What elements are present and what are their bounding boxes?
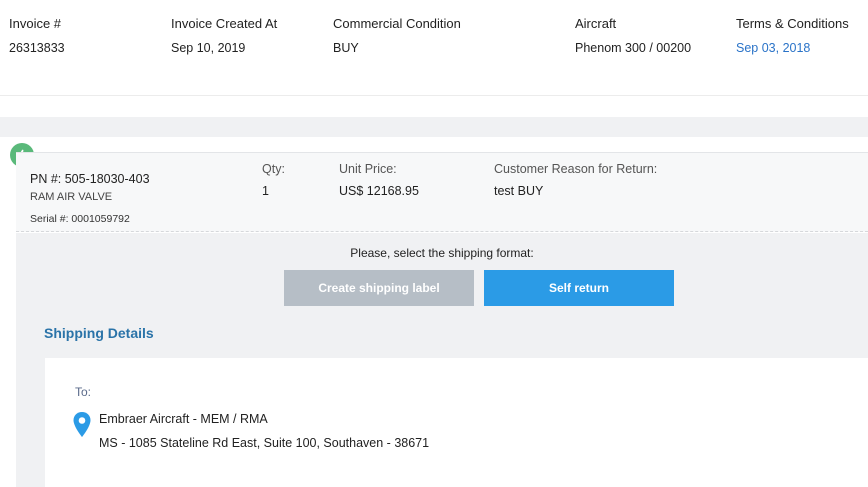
shipping-address-card: To: Embraer Aircraft - MEM / RMA MS - 10… <box>45 358 868 487</box>
terms-column: Terms & Conditions Sep 03, 2018 <box>736 16 849 56</box>
section-divider <box>0 117 868 137</box>
shipping-details-title: Shipping Details <box>44 325 154 341</box>
terms-date-link[interactable]: Sep 03, 2018 <box>736 40 849 56</box>
unit-price-value: US$ 12168.95 <box>339 184 419 198</box>
aircraft-label: Aircraft <box>575 16 617 31</box>
return-item: PN #: 505-18030-403 RAM AIR VALVE Serial… <box>0 137 868 487</box>
unit-price-label: Unit Price: <box>339 162 397 176</box>
shipping-section: Please, select the shipping format: Crea… <box>16 233 868 487</box>
create-shipping-label-button[interactable]: Create shipping label <box>284 270 474 306</box>
location-pin-icon <box>73 412 91 437</box>
item-summary: PN #: 505-18030-403 RAM AIR VALVE Serial… <box>16 152 868 232</box>
invoice-created-label: Invoice Created At <box>171 16 278 31</box>
terms-label: Terms & Conditions <box>736 16 849 31</box>
invoice-number-label: Invoice # <box>9 16 62 31</box>
commercial-condition-value: BUY <box>333 41 359 55</box>
invoice-header: Invoice # 26313833 Invoice Created At Se… <box>0 0 868 96</box>
serial-number: Serial #: 0001059792 <box>30 213 130 225</box>
part-name: RAM AIR VALVE <box>30 191 113 203</box>
address-line: MS - 1085 Stateline Rd East, Suite 100, … <box>99 436 430 450</box>
invoice-number-value: 26313833 <box>9 41 65 55</box>
address-name: Embraer Aircraft - MEM / RMA <box>99 412 268 426</box>
commercial-condition-label: Commercial Condition <box>333 16 461 31</box>
part-number: PN #: 505-18030-403 <box>30 172 150 186</box>
aircraft-column: Aircraft Phenom 300 / 00200 <box>575 16 691 56</box>
invoice-number-column: Invoice # 26313833 <box>9 16 65 56</box>
qty-label: Qty: <box>262 162 285 176</box>
aircraft-value: Phenom 300 / 00200 <box>575 41 692 55</box>
shipping-format-prompt: Please, select the shipping format: <box>350 246 534 260</box>
invoice-created-column: Invoice Created At Sep 10, 2019 <box>171 16 277 56</box>
qty-value: 1 <box>262 184 269 198</box>
invoice-created-value: Sep 10, 2019 <box>171 41 246 55</box>
self-return-button[interactable]: Self return <box>484 270 674 306</box>
commercial-condition-column: Commercial Condition BUY <box>333 16 461 56</box>
return-reason-label: Customer Reason for Return: <box>494 162 658 176</box>
return-reason-value: test BUY <box>494 184 544 198</box>
to-label: To: <box>75 385 92 399</box>
